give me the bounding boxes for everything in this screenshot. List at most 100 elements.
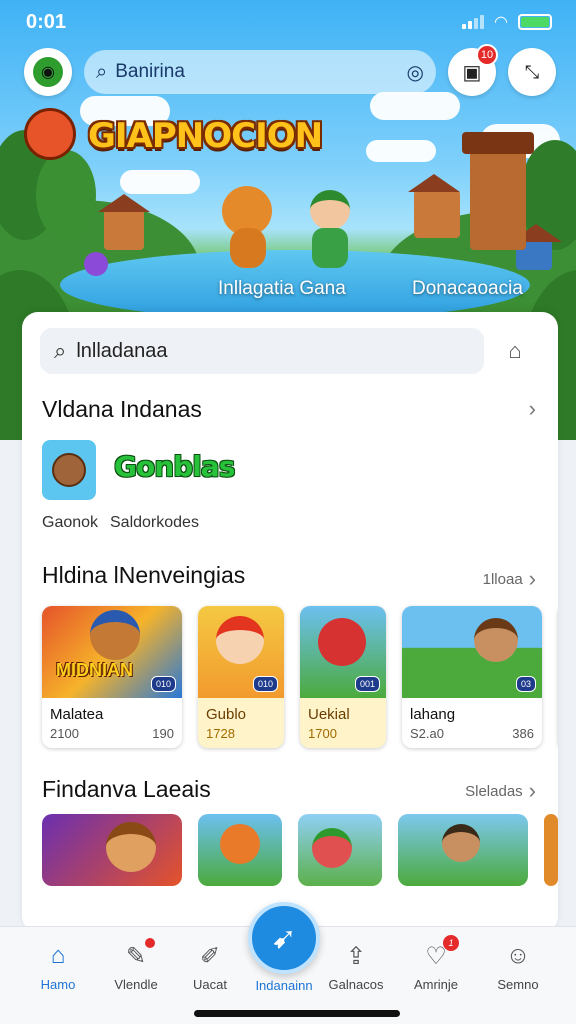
section-title-recommended: Hldina lNenveingias bbox=[42, 562, 246, 588]
expand-icon: ⤡ bbox=[524, 61, 540, 82]
game-name: Uekial bbox=[308, 706, 350, 723]
tree bbox=[36, 150, 96, 240]
game-card[interactable]: 010 Gublo 1728 bbox=[198, 606, 284, 748]
game-card[interactable]: 001 Uekial 1700 bbox=[300, 606, 386, 748]
featured-game-title[interactable]: Gonblas bbox=[114, 450, 235, 483]
nav-item-uacat[interactable]: ✐ Uacat bbox=[172, 941, 248, 993]
nav-item-amrinje[interactable]: ♡ 1 Amrinje bbox=[398, 935, 474, 992]
nav-item-vendle[interactable]: ✎ Vlendle bbox=[98, 938, 174, 992]
share-icon: ⇪ bbox=[345, 942, 367, 970]
nav-item-home[interactable]: ⌂ Hamo bbox=[20, 941, 96, 992]
section-more-label: Sleladas bbox=[465, 782, 523, 800]
game-thumbnail: 03 bbox=[402, 606, 542, 698]
game-thumbnail[interactable] bbox=[298, 814, 382, 886]
game-name: Malatea bbox=[50, 706, 104, 723]
orange-character bbox=[220, 824, 260, 864]
cowboy-character bbox=[442, 824, 480, 862]
battery-icon bbox=[518, 14, 552, 30]
game-thumbnail: 001 bbox=[300, 606, 386, 698]
game-meta-right: 190 bbox=[152, 726, 174, 741]
profile-avatar[interactable]: ◉ bbox=[24, 48, 72, 96]
content-card: ⌕ lnlladanaa ⌂ Vldana Indanas › Gonblas … bbox=[22, 312, 558, 932]
game-badge: 001 bbox=[354, 676, 380, 692]
cowboy-character bbox=[474, 618, 518, 662]
game-card[interactable]: MIDNIAN 010 Malatea 2100 190 bbox=[42, 606, 182, 748]
game-badge: 010 bbox=[252, 676, 278, 692]
home-outline-icon[interactable]: ⌂ bbox=[498, 334, 532, 368]
game-thumbnail-partial[interactable] bbox=[544, 814, 558, 886]
compass-fab-button[interactable]: ➹ bbox=[248, 902, 320, 974]
nav-label: Semno bbox=[497, 977, 539, 992]
chevron-right-icon: › bbox=[528, 566, 536, 591]
game-thumbnail[interactable] bbox=[42, 814, 182, 886]
house bbox=[408, 174, 460, 238]
tower bbox=[462, 132, 534, 250]
game-badge: 03 bbox=[515, 676, 536, 692]
expand-button[interactable]: ⤡ bbox=[508, 48, 556, 96]
game-card[interactable]: 03 lahang S2.a0 386 bbox=[402, 606, 542, 748]
top-search-bar[interactable]: ⌕ Banirina ◎ bbox=[84, 50, 436, 94]
main-search-input[interactable]: ⌕ lnlladanaa bbox=[40, 328, 484, 374]
gift-button[interactable]: ▣ 10 bbox=[448, 44, 498, 96]
notification-badge: 10 bbox=[476, 44, 498, 66]
user-icon: ☺ bbox=[505, 942, 531, 969]
game-row-recommended: MIDNIAN 010 Malatea 2100 190 010 Gublo 1… bbox=[42, 606, 558, 748]
nav-label: Amrinje bbox=[413, 977, 459, 992]
hero-label-left[interactable]: Inllagatia Gana bbox=[218, 278, 346, 300]
pig-character bbox=[312, 828, 352, 868]
home-icon: ⌂ bbox=[50, 942, 66, 969]
game-meta: S2.a0 386 bbox=[410, 726, 534, 741]
nav-label: Vlendle bbox=[114, 977, 158, 992]
status-bar: 0:01 ◠ bbox=[26, 8, 552, 36]
status-time: 0:01 bbox=[26, 10, 67, 33]
chevron-right-icon: › bbox=[528, 396, 536, 421]
edit-icon: ✎ bbox=[121, 938, 155, 971]
nav-label-center: Indanainn bbox=[255, 978, 313, 993]
frog-avatar-icon: ◉ bbox=[33, 57, 63, 87]
compass-icon: ➹ bbox=[271, 921, 297, 955]
cloud bbox=[120, 170, 200, 194]
section-more-featured[interactable]: › bbox=[529, 396, 536, 422]
section-more-recommended[interactable]: 1lloaa › bbox=[483, 566, 536, 592]
nav-item-profile[interactable]: ☺ Semno bbox=[480, 941, 556, 992]
game-meta-left: S2.a0 bbox=[410, 726, 444, 741]
game-meta: 1700 bbox=[308, 726, 378, 741]
game-meta-right: 386 bbox=[512, 726, 534, 741]
game-thumbnail[interactable] bbox=[198, 814, 282, 886]
hero-label-right[interactable]: Donacaoacia bbox=[412, 278, 523, 300]
top-bar: ◉ ⌕ Banirina ◎ ▣ 10 ⤡ bbox=[24, 44, 556, 96]
game-thumbnail[interactable] bbox=[398, 814, 528, 886]
ball bbox=[84, 252, 108, 276]
game-thumb-text: MIDNIAN bbox=[56, 660, 133, 680]
gift-icon: ▣ bbox=[462, 61, 482, 84]
game-name: Gublo bbox=[206, 706, 247, 723]
kid-character bbox=[216, 616, 264, 664]
chat-icon: ♡ 1 bbox=[421, 935, 459, 971]
featured-game-icon[interactable] bbox=[42, 440, 96, 500]
scan-icon[interactable]: ◎ bbox=[407, 60, 424, 85]
featured-sub-right: Saldorkodes bbox=[110, 514, 199, 531]
nav-label: Galnacos bbox=[328, 977, 384, 992]
game-meta-left: 1700 bbox=[308, 726, 337, 741]
section-more-popular[interactable]: Sleladas › bbox=[465, 778, 536, 804]
home-indicator bbox=[194, 1010, 400, 1017]
hat-character bbox=[106, 822, 156, 872]
nav-dot bbox=[145, 938, 155, 948]
monster-character bbox=[318, 618, 366, 666]
game-badge: 010 bbox=[150, 676, 176, 692]
nav-badge: 1 bbox=[443, 935, 459, 951]
section-title-popular: Findanva Laeais bbox=[42, 776, 211, 802]
dog-character bbox=[90, 610, 140, 660]
boy-character bbox=[310, 190, 350, 230]
fox-mascot-icon bbox=[24, 108, 76, 160]
game-meta: 2100 190 bbox=[50, 726, 174, 741]
nav-label: Uacat bbox=[193, 977, 227, 992]
game-meta-left: 2100 bbox=[50, 726, 79, 741]
cat-body bbox=[230, 228, 266, 268]
section-title-featured: Vldana Indanas bbox=[42, 396, 202, 422]
search-icon: ⌕ bbox=[54, 338, 67, 363]
featured-sub-left: Gaonok bbox=[42, 514, 99, 531]
cloud bbox=[366, 140, 436, 162]
nav-label: Hamo bbox=[40, 977, 76, 992]
game-thumbnail: 010 bbox=[198, 606, 284, 698]
